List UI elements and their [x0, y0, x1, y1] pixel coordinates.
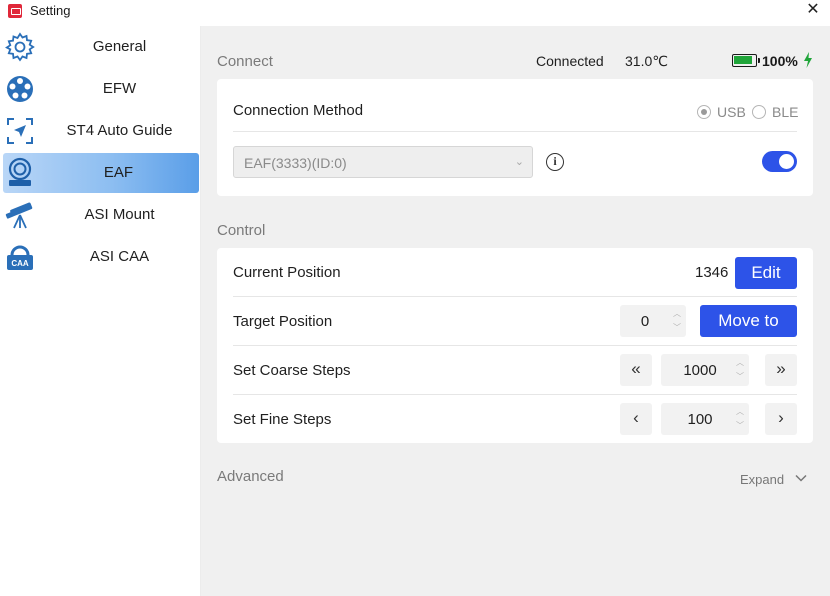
info-icon[interactable]: i — [546, 153, 564, 171]
app-logo-icon — [8, 4, 22, 18]
chevron-up-icon[interactable]: ︿ — [672, 308, 682, 320]
sidebar-item-label: ASI CAA — [89, 248, 150, 265]
sidebar-item-label: EFW — [102, 80, 137, 97]
current-position-label: Current Position — [233, 264, 341, 281]
sidebar-item-label: EAF — [103, 164, 134, 181]
fine-steps-stepper[interactable]: 100 ︿ ﹀ — [661, 403, 749, 435]
radio-ble-label: BLE — [772, 104, 799, 120]
sidebar-item-efw[interactable]: EFW — [0, 69, 201, 109]
window-title: Setting — [30, 3, 71, 18]
divider — [233, 296, 797, 297]
charging-bolt-icon — [804, 52, 812, 68]
coarse-steps-label: Set Coarse Steps — [233, 362, 351, 379]
caa-icon: CAA — [7, 245, 33, 270]
target-position-value: 0 — [640, 313, 650, 330]
section-title-advanced: Advanced — [217, 468, 284, 485]
connect-toggle[interactable] — [762, 151, 797, 172]
title-bar: Setting ✕ — [0, 0, 830, 22]
current-position-value: 1346 — [695, 264, 729, 281]
fine-decrease-button[interactable]: ‹ — [620, 403, 652, 435]
chevron-up-icon[interactable]: ︿ — [735, 406, 745, 418]
move-to-button[interactable]: Move to — [700, 305, 797, 337]
chevron-down-icon[interactable]: ﹀ — [735, 420, 745, 432]
battery-icon — [732, 54, 760, 67]
section-title-connect: Connect — [217, 53, 273, 70]
radio-usb[interactable]: USB — [697, 104, 746, 120]
device-select[interactable]: EAF(3333)(ID:0) ⌄ — [233, 146, 533, 178]
gear-icon — [5, 32, 35, 62]
chevron-down-icon[interactable]: ﹀ — [735, 371, 745, 383]
radio-usb-label: USB — [717, 104, 746, 120]
sidebar-item-eaf[interactable]: EAF — [3, 153, 199, 193]
radio-dot — [697, 105, 711, 119]
coarse-steps-value: 1000 — [683, 362, 717, 379]
main-panel: Connect Connected 31.0℃ 100% Connection … — [201, 26, 830, 596]
sidebar-item-label: ST4 Auto Guide — [66, 122, 173, 139]
connect-card: Connection Method USB BLE EAF(3333)(ID:0… — [217, 79, 813, 196]
guide-arrow-icon — [7, 118, 33, 144]
control-card: Current Position 1346 Edit Target Positi… — [217, 248, 813, 443]
divider — [233, 131, 797, 132]
focuser-icon — [8, 157, 32, 186]
target-position-stepper[interactable]: 0 ︿ ﹀ — [620, 305, 686, 337]
coarse-steps-stepper[interactable]: 1000 ︿ ﹀ — [661, 354, 749, 386]
chevron-up-icon[interactable]: ︿ — [735, 357, 745, 369]
filter-wheel-icon — [7, 76, 33, 102]
divider — [233, 394, 797, 395]
chevron-down-icon: ⌄ — [514, 156, 524, 168]
coarse-increase-button[interactable]: » — [765, 354, 797, 386]
fine-steps-label: Set Fine Steps — [233, 411, 332, 428]
section-title-control: Control — [217, 222, 266, 239]
fine-increase-button[interactable]: › — [765, 403, 797, 435]
sidebar-item-label: ASI Mount — [84, 206, 155, 223]
divider — [233, 345, 797, 346]
fine-steps-value: 100 — [687, 411, 713, 428]
sidebar-item-general[interactable]: General — [0, 27, 201, 67]
radio-dot — [752, 105, 766, 119]
coarse-decrease-button[interactable]: « — [620, 354, 652, 386]
temperature-readout: 31.0℃ — [625, 53, 668, 69]
expand-button[interactable]: Expand — [740, 472, 784, 487]
sidebar-item-st4-auto-guide[interactable]: ST4 Auto Guide — [0, 111, 201, 151]
close-button[interactable]: ✕ — [804, 1, 822, 19]
chevron-down-icon[interactable]: ﹀ — [672, 322, 682, 334]
sidebar: General EFW ST4 Auto Guide EAF ASI Mount… — [0, 26, 201, 596]
battery-percent: 100% — [762, 53, 798, 69]
sidebar-item-asi-mount[interactable]: ASI Mount — [0, 195, 201, 235]
radio-ble[interactable]: BLE — [752, 104, 798, 120]
svg-text:CAA: CAA — [11, 259, 29, 268]
telescope-icon — [5, 202, 33, 229]
chevron-down-icon[interactable] — [795, 472, 807, 484]
target-position-label: Target Position — [233, 313, 333, 330]
connection-method-label: Connection Method — [233, 102, 364, 119]
connection-status: Connected — [536, 53, 604, 69]
sidebar-item-label: General — [92, 38, 147, 55]
sidebar-item-asi-caa[interactable]: CAA ASI CAA — [0, 237, 201, 277]
edit-button[interactable]: Edit — [735, 257, 797, 289]
device-select-value: EAF(3333)(ID:0) — [244, 155, 347, 171]
